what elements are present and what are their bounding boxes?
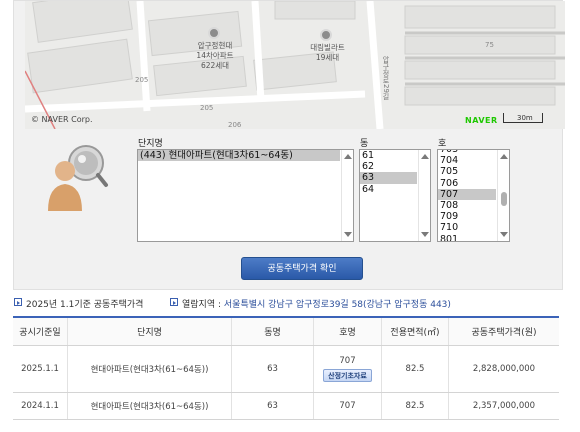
ho-option[interactable]: 707 (438, 188, 496, 200)
cell-price: 2,357,000,000 (472, 401, 536, 411)
map-lot-number: 206 (228, 121, 242, 129)
bullet-arrow-icon (14, 298, 22, 306)
dong-label: 동 (360, 139, 369, 149)
ho-option[interactable]: 801 (438, 234, 496, 242)
location-address: 서울특별시 강남구 압구정로39길 58(강남구 압구정동 443) (223, 300, 451, 310)
map-canvas (25, 1, 565, 129)
map-road-label: 압구정로29길 (382, 56, 390, 100)
location-label: 열람지역 : (182, 300, 222, 310)
col-header-area: 전용면적(㎡) (382, 318, 449, 345)
dong-option[interactable]: 64 (360, 184, 417, 195)
ho-option[interactable]: 709 (438, 211, 496, 222)
map-scale-text: 30m (517, 114, 533, 122)
dong-option[interactable]: 62 (360, 161, 417, 172)
map-lot-number: 205 (200, 104, 214, 112)
bullet-arrow-icon (170, 298, 178, 306)
dong-scrollbar[interactable] (418, 150, 430, 241)
ho-option[interactable]: 705 (438, 166, 496, 177)
scroll-down-icon[interactable] (344, 232, 352, 237)
map-lot-number: 205 (135, 76, 149, 84)
ho-scrollbar[interactable] (497, 150, 509, 241)
scroll-up-icon[interactable] (344, 154, 352, 159)
confirm-price-button[interactable]: 공동주택가격 확인 (241, 257, 363, 280)
table-row: 2024.1.1 현대아파트(현대3차(61~64동)) 63 707 82.5… (13, 393, 559, 420)
cell-ho: 707 산정기초자료 (314, 346, 382, 392)
cell-date: 2024.1.1 (13, 393, 68, 419)
price-table: 공시기준일 단지명 동명 호명 전용면적(㎡) 공동주택가격(원) 2025.1… (13, 316, 559, 420)
scroll-down-icon[interactable] (500, 232, 508, 237)
dong-listbox[interactable]: 61 62 63 64 (359, 149, 431, 242)
cell-ho-value: 707 (339, 356, 356, 366)
dong-option[interactable]: 61 (360, 150, 417, 161)
map-view[interactable]: 압구정현대 14차아파트 622세대 대림빌라트 19세대 205 205 20… (25, 1, 565, 129)
cell-complex: 현대아파트(현대3차(61~64동)) (68, 346, 232, 392)
calc-basis-button[interactable]: 산정기초자료 (323, 369, 372, 382)
base-date-text: 2025년 1.1기준 공동주택가격 (26, 300, 144, 310)
cell-dong: 63 (232, 346, 314, 392)
dong-option[interactable]: 63 (360, 172, 417, 184)
cell-area: 82.5 (382, 346, 449, 392)
cell-complex: 현대아파트(현대3차(61~64동)) (68, 393, 232, 419)
table-header-row: 공시기준일 단지명 동명 호명 전용면적(㎡) 공동주택가격(원) (13, 318, 559, 346)
col-header-date: 공시기준일 (13, 318, 68, 345)
cell-price: 2,828,000,000 (472, 364, 536, 374)
naver-logo: NAVER (465, 116, 498, 125)
person-search-icon (48, 145, 108, 211)
map-pin-icon[interactable] (208, 27, 220, 39)
map-copyright: © NAVER Corp. (31, 115, 93, 124)
ho-option[interactable]: 704 (438, 155, 496, 166)
scroll-up-icon[interactable] (500, 154, 508, 159)
complex-label: 단지명 (138, 139, 163, 149)
map-lot-number: 75 (485, 41, 494, 49)
table-row: 2025.1.1 현대아파트(현대3차(61~64동)) 63 707 산정기초… (13, 346, 559, 393)
complex-listbox[interactable]: (443) 현대아파트(현대3차61~64동) (137, 149, 354, 242)
cell-date: 2025.1.1 (13, 346, 68, 392)
cell-area: 82.5 (382, 393, 449, 419)
map-label-daerim: 대림빌라트 19세대 (310, 43, 345, 62)
ho-option[interactable]: 708 (438, 200, 496, 211)
ho-listbox[interactable]: 703 704 705 706 707 708 709 710 801 (437, 149, 510, 242)
complex-option[interactable]: (443) 현대아파트(현대3차61~64동) (138, 150, 340, 162)
ho-option[interactable]: 710 (438, 222, 496, 233)
cell-dong: 63 (232, 393, 314, 419)
map-pin-icon[interactable] (320, 29, 332, 41)
scroll-up-icon[interactable] (421, 154, 429, 159)
location-text: 열람지역 : 서울특별시 강남구 압구정로39길 58(강남구 압구정동 443… (182, 297, 451, 310)
ho-option[interactable]: 706 (438, 178, 496, 189)
scroll-down-icon[interactable] (421, 232, 429, 237)
ho-label: 호 (438, 139, 447, 149)
col-header-complex: 단지명 (68, 318, 232, 345)
search-panel: 압구정현대 14차아파트 622세대 대림빌라트 19세대 205 205 20… (13, 0, 565, 290)
col-header-ho: 호명 (314, 318, 382, 345)
scroll-thumb[interactable] (501, 192, 507, 206)
map-label-apgujeong: 압구정현대 14차아파트 622세대 (196, 41, 234, 70)
col-header-dong: 동명 (232, 318, 314, 345)
cell-ho: 707 (314, 393, 382, 419)
col-header-price: 공동주택가격(원) (471, 328, 537, 338)
complex-scrollbar[interactable] (341, 150, 353, 241)
